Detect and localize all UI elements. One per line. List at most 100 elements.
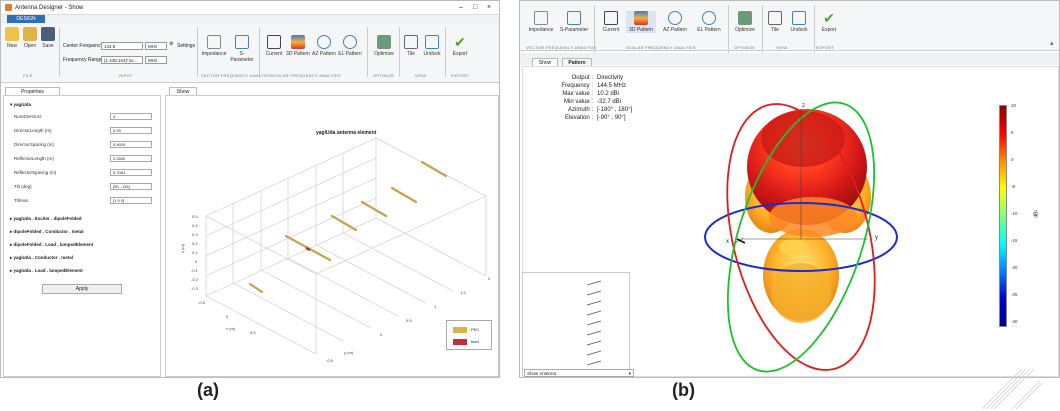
property-group-yagiuda[interactable]: ▾ yagiUda: [10, 102, 31, 108]
separator: [367, 27, 368, 77]
antenna-element-director: [330, 214, 358, 232]
impedance-button[interactable]: Impedance: [526, 11, 556, 33]
new-button[interactable]: New: [3, 27, 21, 49]
optimize-button[interactable]: Optimize: [732, 11, 758, 33]
z-tick: 0: [195, 259, 198, 264]
az-pattern-icon: [317, 35, 331, 49]
property-group-collapsed[interactable]: ▸ yagiUda . Load . lumpedElement: [10, 268, 83, 274]
property-group-label: yagiUda . Exciter . dipoleFolded: [13, 216, 82, 221]
ribbon-tabstrip: [1, 15, 499, 23]
export-button[interactable]: ✔ Export: [816, 11, 842, 33]
z-tick: 0.4: [192, 223, 198, 228]
el-pattern-label: EL Pattern: [697, 27, 721, 33]
tab-show[interactable]: Show: [169, 87, 197, 95]
el-pattern-button[interactable]: EL Pattern: [694, 11, 724, 33]
export-label: Export: [452, 51, 468, 57]
impedance-button[interactable]: Impedance: [201, 35, 227, 57]
section-input: INPUT: [119, 73, 133, 78]
separator: [445, 27, 446, 77]
el-pattern-button[interactable]: EL Pattern: [337, 35, 363, 57]
tile-button[interactable]: Tile: [764, 11, 786, 33]
impedance-label: Impedance: [201, 51, 227, 57]
legend: PEC feed: [446, 320, 492, 350]
tab-show[interactable]: Show: [532, 58, 558, 66]
property-label: NumDirectors: [14, 114, 42, 119]
3d-pattern-button[interactable]: 3D Pattern: [626, 11, 656, 33]
property-group-collapsed[interactable]: ▸ yagiUda . Exciter . dipoleFolded: [10, 216, 82, 222]
frequency-range-input[interactable]: (1.445:154)*1e...: [101, 56, 143, 64]
property-input[interactable]: 0.93: [110, 127, 152, 134]
undock-icon: [425, 35, 439, 49]
3d-pattern-button[interactable]: 3D Pattern: [285, 35, 311, 57]
tab-pattern[interactable]: Pattern: [562, 58, 592, 66]
property-label: TiltAxis: [14, 198, 29, 203]
export-button[interactable]: ✔ Export: [449, 35, 471, 57]
show-antenna-dropdown[interactable]: Show Antenna ▾: [524, 369, 634, 377]
s-parameter-label: S-Parameter: [559, 27, 589, 33]
collapse-ribbon-icon[interactable]: ▴: [1050, 39, 1054, 47]
legend-label-feed: feed: [471, 339, 479, 344]
az-pattern-button[interactable]: AZ Pattern: [311, 35, 337, 57]
antenna-thumbnail[interactable]: [522, 272, 630, 377]
settings-gear-icon[interactable]: ⚙: [169, 41, 173, 47]
s-parameter-icon: [235, 35, 249, 49]
separator: [814, 5, 815, 55]
z-axis-label: z (m): [180, 243, 186, 254]
property-input[interactable]: 4: [110, 113, 152, 120]
apply-button[interactable]: Apply: [42, 284, 122, 294]
undock-button[interactable]: Undock: [786, 11, 812, 33]
document-tabstrip: [520, 53, 1059, 65]
show-panel: yagiUda antenna element 0.5 0.4 0.3 0.2 …: [165, 95, 499, 377]
save-button-label: Save: [42, 43, 54, 49]
export-check-icon: ✔: [454, 34, 466, 50]
z-tick: 0.5: [192, 214, 198, 219]
z-tick: 0.3: [192, 232, 198, 237]
section-file: FILE: [23, 73, 33, 78]
section-scalar-frequency-analysis: SCALAR FREQUENCY ANALYSIS: [626, 45, 696, 50]
property-input[interactable]: [1 0 0]: [110, 197, 152, 204]
s-parameter-button[interactable]: S-Parameter: [558, 11, 590, 33]
save-icon: [41, 27, 55, 41]
x-axis-label: x (m): [226, 326, 236, 331]
center-frequency-unit-select[interactable]: MHz: [145, 42, 167, 50]
s-parameter-icon: [567, 11, 581, 25]
s-parameter-button[interactable]: S-Parameter: [229, 35, 255, 63]
az-pattern-button[interactable]: AZ Pattern: [660, 11, 690, 33]
close-icon[interactable]: ×: [487, 1, 491, 15]
settings-label[interactable]: Settings: [177, 43, 195, 49]
property-input[interactable]: 0.2500: [110, 155, 152, 162]
tab-properties[interactable]: Properties: [5, 87, 60, 95]
property-input[interactable]: 0.4920: [110, 141, 152, 148]
y-tick: -0.5: [326, 358, 333, 363]
tile-button[interactable]: Tile: [401, 35, 421, 57]
optimize-button[interactable]: Optimize: [371, 35, 397, 57]
open-button[interactable]: Open: [21, 27, 39, 49]
y-tick: 0: [380, 332, 383, 337]
colorbar-tick: -15: [1011, 238, 1018, 243]
current-button[interactable]: Current: [263, 35, 285, 57]
center-frequency-input[interactable]: 144.5: [101, 42, 143, 50]
undock-label: Undock: [423, 51, 441, 57]
y-tick: 0.5: [406, 318, 412, 323]
section-export: EXPORT: [816, 45, 835, 50]
az-pattern-icon: [668, 11, 682, 25]
properties-panel: ▾ yagiUda NumDirectors 4 DirectorLength …: [3, 95, 161, 377]
property-input[interactable]: [90 - 115]: [110, 183, 152, 190]
undock-button[interactable]: Undock: [421, 35, 443, 57]
property-group-collapsed[interactable]: ▸ dipoleFolded . Load . lumpedElement: [10, 242, 93, 248]
property-group-label: yagiUda: [13, 102, 32, 107]
frequency-range-unit-select[interactable]: MHz: [145, 56, 167, 64]
optimize-icon: [377, 35, 391, 49]
current-button[interactable]: Current: [598, 11, 624, 33]
property-group-collapsed[interactable]: ▸ dipoleFolded . Conductor . metal: [10, 229, 84, 235]
tab-design[interactable]: DESIGN: [7, 15, 45, 23]
minimize-icon[interactable]: –: [459, 1, 463, 15]
property-group-collapsed[interactable]: ▸ yagiUda . Conductor . metal: [10, 255, 73, 261]
property-input[interactable]: 0.7081: [110, 169, 152, 176]
current-label: Current: [265, 51, 283, 57]
maximize-icon[interactable]: □: [473, 1, 477, 15]
save-button[interactable]: Save: [39, 27, 57, 49]
z-tick: 0.1: [192, 250, 198, 255]
antenna-element-reflector: [248, 282, 264, 294]
z-tick: -0.3: [191, 286, 198, 291]
